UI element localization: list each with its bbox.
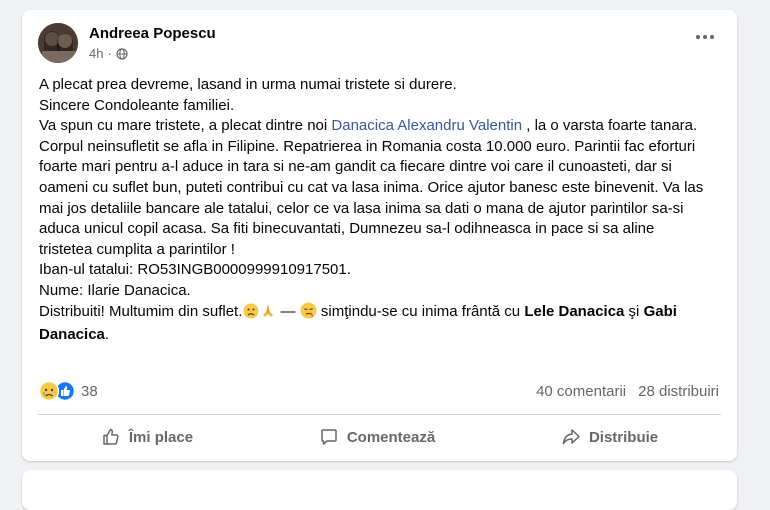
post-time[interactable]: 4h [89, 46, 103, 61]
sad-reaction-icon [39, 381, 59, 401]
feeling-text: simţindu-se cu inima frântă cu [316, 302, 525, 320]
post-final-dash: — [276, 302, 300, 320]
reactions-summary[interactable]: 38 [39, 381, 98, 401]
more-options-icon[interactable] [693, 30, 717, 44]
share-label: Distribuie [588, 428, 659, 446]
share-icon [561, 427, 581, 447]
comment-icon [319, 427, 339, 447]
author-name[interactable]: Andreea Popescu [89, 25, 216, 42]
post-stats: 40 comentarii 28 distribuiri [536, 381, 719, 401]
feeling-emoji-icon [300, 302, 317, 326]
share-button[interactable]: Distribuie [547, 421, 672, 453]
post-line-3: Va spun cu mare tristete, a plecat dintr… [39, 116, 709, 137]
reaction-count[interactable]: 38 [81, 383, 98, 400]
like-label: Îmi place [128, 428, 194, 446]
post-final-pre: Distribuiti! Multumim din suflet. [39, 302, 243, 320]
post-text: A plecat prea devreme, lasand in urma nu… [39, 75, 709, 346]
avatar[interactable] [38, 23, 78, 63]
comment-label: Comentează [346, 428, 436, 446]
divider [38, 414, 721, 415]
shares-count[interactable]: 28 distribuiri [638, 383, 719, 400]
post-final-line: Distribuiti! Multumim din suflet. — simţ… [39, 302, 709, 346]
and-text: şi [624, 302, 644, 320]
post-line-3-pre: Va spun cu mare tristete, a plecat dintr… [39, 117, 332, 135]
tagged-friend-1[interactable]: Lele Danacica [524, 303, 624, 320]
comment-button[interactable]: Comentează [305, 421, 449, 453]
praying-hands-icon [260, 303, 276, 326]
next-post-card [22, 470, 737, 510]
like-button[interactable]: Îmi place [87, 421, 207, 453]
post-paragraph: Corpul neinsufletit se afla in Filipine.… [39, 137, 704, 258]
tagged-person-link[interactable]: Danacica Alexandru Valentin [331, 117, 522, 134]
final-period: . [104, 326, 110, 344]
sad-emoji-icon [243, 303, 259, 326]
globe-icon[interactable] [116, 47, 128, 60]
post-line-1: A plecat prea devreme, lasand in urma nu… [39, 76, 457, 93]
action-bar: Îmi place Comentează Distribuie [38, 419, 721, 455]
post-line-2: Sincere Condoleante familiei. [39, 96, 235, 114]
separator-dot: · [107, 46, 112, 61]
post-iban: Iban-ul tatalui: RO53INGB000099991091750… [39, 261, 351, 279]
post-line-3-post: , la o varsta foarte tanara. [522, 117, 698, 135]
post-card: Andreea Popescu 4h · A plecat prea devre… [22, 10, 737, 461]
post-name: Nume: Ilarie Danacica. [39, 281, 191, 299]
post-meta: 4h · [89, 46, 128, 61]
thumbs-up-icon [101, 427, 121, 447]
comments-count[interactable]: 40 comentarii [536, 383, 626, 400]
